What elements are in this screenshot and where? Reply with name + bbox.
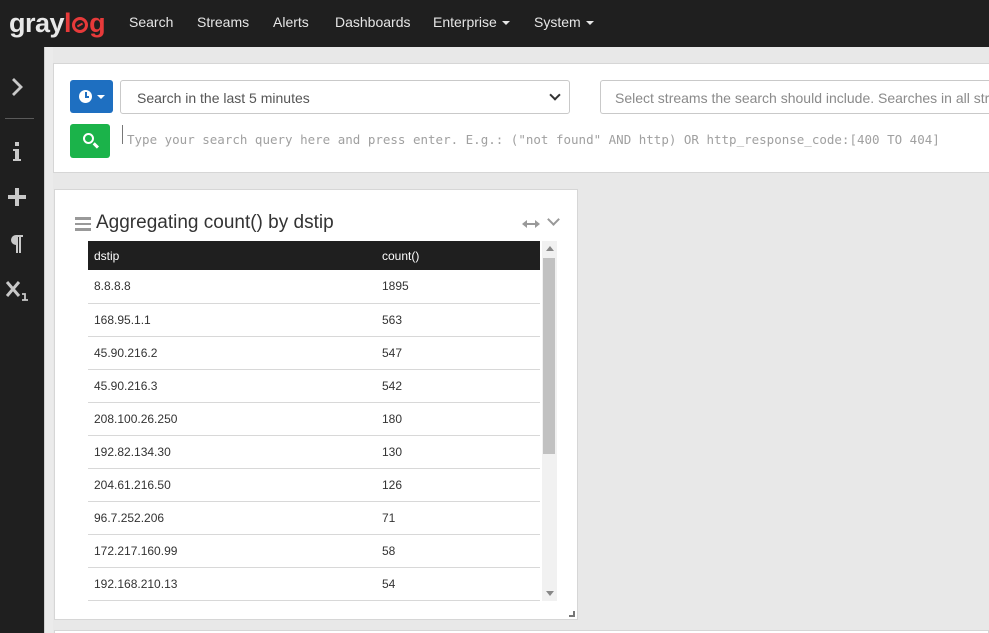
cell-dstip: 192.168.210.13 <box>88 567 376 601</box>
streams-select[interactable]: Select streams the search should include… <box>600 80 989 114</box>
top-navbar: grayl g Search Streams Alerts Dashboards … <box>0 0 989 47</box>
sidebar-divider <box>5 118 34 119</box>
cell-count: 54 <box>376 567 540 601</box>
cell-dstip: 192.82.134.30 <box>88 435 376 469</box>
cell-dstip: 45.90.216.2 <box>88 336 376 370</box>
column-header-count[interactable]: count() <box>376 241 540 270</box>
time-range-value: Search in the last 5 minutes <box>137 90 310 106</box>
column-header-dstip[interactable]: dstip <box>88 241 376 270</box>
table-row: 168.95.1.1 563 <box>88 303 540 337</box>
cell-count: 130 <box>376 435 540 469</box>
table-row: 192.168.210.13 54 <box>88 567 540 601</box>
subscript-icon[interactable] <box>0 280 34 308</box>
caret-down-icon <box>97 95 105 99</box>
left-sidebar <box>0 47 44 633</box>
cell-dstip: 172.217.160.99 <box>88 534 376 568</box>
chevron-down-icon[interactable] <box>547 213 560 226</box>
cell-dstip: 45.90.216.3 <box>88 369 376 403</box>
search-bar: Search in the last 5 minutes Select stre… <box>53 63 989 173</box>
logo-o-icon <box>72 17 89 33</box>
table-row: 208.100.26.250 180 <box>88 402 540 436</box>
cell-dstip: 168.95.1.1 <box>88 303 376 337</box>
query-placeholder: Type your search query here and press en… <box>127 132 940 147</box>
search-button[interactable] <box>70 124 110 158</box>
streams-placeholder: Select streams the search should include… <box>615 90 989 106</box>
data-table-container: dstip count() 8.8.8.8 1895 168.95.1.1 563 … <box>88 241 558 601</box>
chevron-down-icon <box>549 89 561 101</box>
cell-dstip: 8.8.8.8 <box>88 270 376 304</box>
table-row: 96.7.252.206 71 <box>88 501 540 535</box>
cell-count: 1895 <box>376 270 540 304</box>
clock-icon <box>79 90 92 103</box>
info-icon[interactable] <box>0 141 34 169</box>
search-icon <box>83 133 94 144</box>
expand-horizontal-icon[interactable] <box>521 215 541 235</box>
cell-dstip: 204.61.216.50 <box>88 468 376 502</box>
paragraph-icon[interactable] <box>0 234 34 260</box>
nav-dashboards[interactable]: Dashboards <box>335 0 411 47</box>
table-row: 45.90.216.2 547 <box>88 336 540 370</box>
graylog-logo[interactable]: grayl g <box>9 8 106 38</box>
aggregation-widget: Aggregating count() by dstip dstip count… <box>54 189 578 620</box>
cell-count: 547 <box>376 336 540 370</box>
text-cursor <box>122 125 123 144</box>
scroll-up-arrow-icon[interactable] <box>546 246 554 251</box>
cell-count: 563 <box>376 303 540 337</box>
table-scrollbar[interactable] <box>542 241 557 601</box>
table-row: 192.82.134.30 130 <box>88 435 540 469</box>
cell-count: 126 <box>376 468 540 502</box>
cell-count: 180 <box>376 402 540 436</box>
drag-handle-icon[interactable] <box>75 217 91 234</box>
cell-count: 71 <box>376 501 540 535</box>
scroll-down-arrow-icon[interactable] <box>546 591 554 596</box>
sidebar-gutter <box>44 47 53 633</box>
nav-system-label: System <box>534 14 581 30</box>
caret-down-icon <box>585 21 594 25</box>
cell-dstip: 96.7.252.206 <box>88 501 376 535</box>
chevron-right-icon[interactable] <box>0 77 34 103</box>
table-row: 8.8.8.8 1895 <box>88 270 540 304</box>
nav-search[interactable]: Search <box>129 0 173 47</box>
plus-icon[interactable] <box>0 188 34 212</box>
table-row: 204.61.216.50 126 <box>88 468 540 502</box>
cell-dstip: 208.100.26.250 <box>88 402 376 436</box>
data-table: dstip count() 8.8.8.8 1895 168.95.1.1 563 … <box>88 241 540 601</box>
nav-enterprise[interactable]: Enterprise <box>433 0 510 47</box>
nav-alerts[interactable]: Alerts <box>273 0 309 47</box>
widget-title: Aggregating count() by dstip <box>96 212 334 233</box>
time-range-select[interactable]: Search in the last 5 minutes <box>120 80 570 114</box>
nav-system[interactable]: System <box>534 0 594 47</box>
table-row: 45.90.216.3 542 <box>88 369 540 403</box>
nav-enterprise-label: Enterprise <box>433 14 497 30</box>
cell-count: 58 <box>376 534 540 568</box>
nav-streams[interactable]: Streams <box>197 0 249 47</box>
search-query-input[interactable]: Type your search query here and press en… <box>120 124 989 158</box>
table-header-row: dstip count() <box>88 241 540 270</box>
table-row: 172.217.160.99 58 <box>88 534 540 568</box>
caret-down-icon <box>501 21 510 25</box>
time-range-type-button[interactable] <box>70 80 113 113</box>
cell-count: 542 <box>376 369 540 403</box>
resize-handle-icon[interactable] <box>569 611 575 617</box>
scrollbar-thumb[interactable] <box>543 258 555 454</box>
